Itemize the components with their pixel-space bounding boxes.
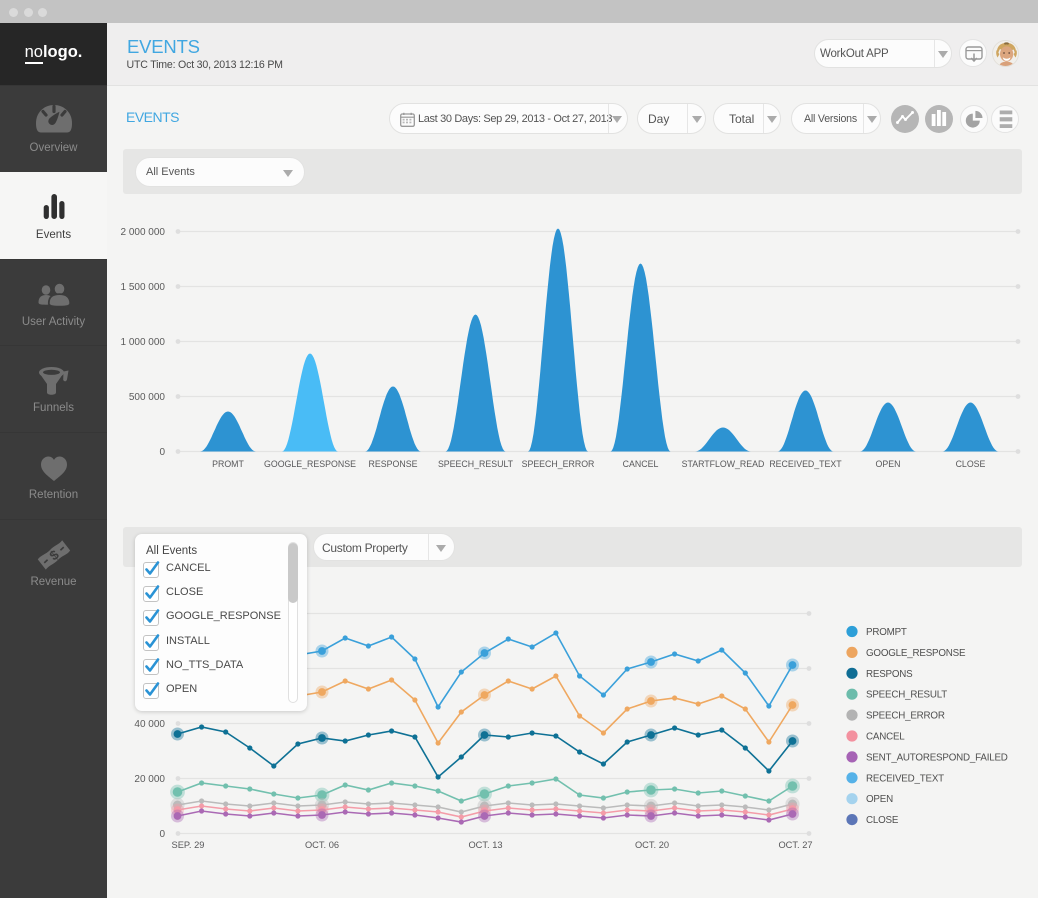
- svg-text:OPEN: OPEN: [866, 794, 893, 805]
- svg-text:CLOSE: CLOSE: [956, 459, 986, 469]
- svg-text:GOOGLE_RESPONSE: GOOGLE_RESPONSE: [866, 648, 966, 659]
- svg-text:CANCEL: CANCEL: [623, 459, 659, 469]
- svg-text:PROMPT: PROMPT: [866, 627, 907, 638]
- svg-text:20 000: 20 000: [134, 774, 165, 785]
- svg-text:PROMT: PROMT: [212, 459, 244, 469]
- svg-text:GOOGLE_RESPONSE: GOOGLE_RESPONSE: [264, 459, 356, 469]
- svg-text:SEP. 29: SEP. 29: [172, 840, 205, 850]
- svg-text:1 500 000: 1 500 000: [121, 282, 166, 293]
- svg-text:SPEECH_ERROR: SPEECH_ERROR: [866, 711, 945, 722]
- svg-text:OPEN: OPEN: [876, 459, 901, 469]
- svg-text:SPEECH_RESULT: SPEECH_RESULT: [866, 690, 947, 701]
- svg-text:OCT. 06: OCT. 06: [305, 840, 339, 850]
- svg-text:500 000: 500 000: [129, 392, 166, 403]
- svg-text:0: 0: [159, 447, 165, 458]
- svg-text:0: 0: [159, 829, 165, 840]
- svg-text:OCT. 27: OCT. 27: [778, 840, 812, 850]
- svg-text:OCT. 20: OCT. 20: [635, 840, 669, 850]
- svg-text:CANCEL: CANCEL: [866, 732, 905, 743]
- svg-text:RECEIVED_TEXT: RECEIVED_TEXT: [866, 773, 944, 784]
- svg-text:STARTFLOW_READ: STARTFLOW_READ: [682, 459, 765, 469]
- svg-text:RESPONS: RESPONS: [866, 669, 913, 680]
- svg-text:CLOSE: CLOSE: [866, 815, 899, 826]
- svg-text:OCT. 13: OCT. 13: [468, 840, 502, 850]
- svg-text:RECEIVED_TEXT: RECEIVED_TEXT: [769, 459, 842, 469]
- svg-text:2 000 000: 2 000 000: [121, 227, 166, 238]
- svg-text:RESPONSE: RESPONSE: [369, 459, 418, 469]
- svg-text:1 000 000: 1 000 000: [121, 337, 166, 348]
- svg-text:SPEECH_ERROR: SPEECH_ERROR: [522, 459, 595, 469]
- svg-text:SPEECH_RESULT: SPEECH_RESULT: [438, 459, 514, 469]
- svg-text:SENT_AUTORESPOND_FAILED: SENT_AUTORESPOND_FAILED: [866, 752, 1008, 763]
- svg-text:40 000: 40 000: [134, 719, 165, 730]
